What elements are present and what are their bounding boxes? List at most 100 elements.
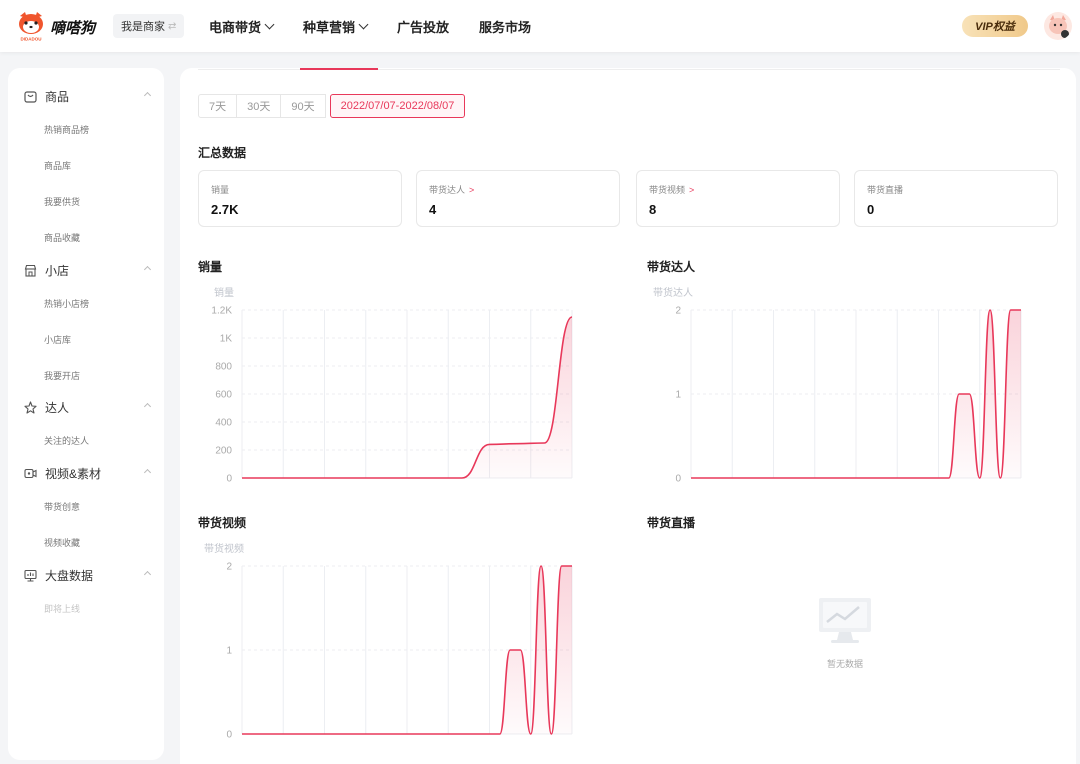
influencer-icon [24, 400, 37, 414]
nav-item-grass-marketing[interactable]: 种草营销 [303, 17, 369, 36]
chevron-up-icon [143, 402, 152, 411]
y-tick-label: 0 [226, 474, 232, 485]
sidebar-item-shop-library[interactable]: 小店库 [44, 333, 71, 346]
logo-icon[interactable]: DIDADOU [16, 10, 46, 42]
y-tick-label: 2 [675, 306, 681, 317]
role-switch-button[interactable]: 我是商家 ⇄ [113, 14, 185, 38]
range-30d-button[interactable]: 30天 [236, 94, 282, 118]
card-value: 0 [867, 202, 875, 217]
y-axis-label: 带货达人 [653, 286, 693, 299]
nav-item-ads[interactable]: 广告投放 [397, 17, 449, 36]
sidebar-group-label: 达人 [45, 400, 70, 415]
y-tick-label: 1.2K [211, 306, 232, 317]
sidebar-group-header[interactable]: 达人 [8, 395, 164, 419]
date-range-selector: 7天 30天 90天 2022/07/07-2022/08/07 [198, 94, 466, 118]
nav-label: 广告投放 [397, 19, 450, 35]
dashboard-icon [24, 569, 37, 582]
role-switch-label: 我是商家 [121, 21, 165, 33]
active-tab-indicator [300, 68, 378, 70]
card-label-text: 销量 [211, 185, 230, 195]
y-tick-label: 600 [215, 390, 232, 401]
sidebar-group-label: 商品 [45, 89, 70, 104]
card-label-text: 带货直播 [867, 185, 904, 195]
sidebar-item-hot-products[interactable]: 热销商品榜 [44, 123, 89, 136]
sidebar-group-shop: 小店 [8, 258, 164, 282]
card-value: 2.7K [211, 202, 239, 217]
card-label: 销量 [211, 183, 229, 196]
sidebar-item-product-library[interactable]: 商品库 [44, 159, 71, 172]
main-nav: 电商带货 种草营销 广告投放 服务市场 [209, 0, 531, 52]
sidebar-group-label: 小店 [45, 263, 70, 278]
swap-icon: ⇄ [168, 20, 177, 32]
sidebar-group-header[interactable]: 视频&素材 [8, 461, 164, 485]
chevron-right-icon: > [469, 184, 475, 195]
sidebar-group-header[interactable]: 小店 [8, 258, 164, 282]
chart-title-sales: 销量 [198, 260, 223, 274]
nav-item-ecommerce[interactable]: 电商带货 [209, 17, 275, 36]
y-tick-label: 400 [215, 418, 232, 429]
influencer-line-chart: 带货达人 0 1 2 [653, 286, 1022, 485]
y-tick-label: 2 [226, 562, 232, 573]
chevron-down-icon [264, 19, 275, 29]
sidebar-item-video-favorites[interactable]: 视频收藏 [44, 536, 80, 549]
card-label-text: 带货达人 [429, 185, 466, 195]
vip-benefits-button[interactable]: VIP权益 [962, 15, 1028, 37]
top-header: DIDADOU 嘀嗒狗 我是商家 ⇄ 电商带货 种草营销 广告投放 服务市场 V… [0, 0, 1080, 52]
y-tick-label: 1K [220, 334, 233, 345]
y-axis-label: 带货视频 [204, 542, 244, 555]
chevron-down-icon [358, 19, 369, 29]
sidebar-group-label: 视频&素材 [45, 466, 102, 481]
card-value: 4 [429, 202, 437, 217]
sidebar-item-creatives[interactable]: 带货创意 [44, 500, 80, 513]
brand-name[interactable]: 嘀嗒狗 [50, 17, 95, 38]
main-content: 7天 30天 90天 2022/07/07-2022/08/07 汇总数据 销量… [180, 68, 1076, 764]
summary-card-videos[interactable]: 带货视频 > 8 [636, 170, 840, 227]
sidebar-item-followed-influencers[interactable]: 关注的达人 [44, 434, 89, 447]
card-value: 8 [649, 202, 657, 217]
card-label: 带货直播 [867, 183, 903, 196]
y-tick-label: 0 [226, 730, 232, 741]
sidebar-item-product-favorites[interactable]: 商品收藏 [44, 231, 80, 244]
y-tick-label: 1 [226, 646, 232, 657]
y-tick-label: 200 [215, 446, 232, 457]
chevron-up-icon [143, 91, 152, 100]
sidebar-group-product: 商品 [8, 84, 164, 108]
video-line-chart: 带货视频 0 1 2 [204, 542, 573, 741]
sales-line-chart: 销量 0 200 400 600 800 1K 1.2K [211, 286, 573, 485]
sidebar-group-label: 大盘数据 [45, 568, 94, 583]
summary-card-live: 带货直播 0 [854, 170, 1058, 227]
summary-card-sales: 销量 2.7K [198, 170, 402, 227]
avatar[interactable] [1044, 12, 1072, 40]
custom-range-button[interactable]: 2022/07/07-2022/08/07 [329, 94, 466, 118]
empty-chart-icon [819, 598, 871, 643]
logo-text: DIDADOU [21, 37, 42, 42]
range-7d-button[interactable]: 7天 [198, 94, 238, 118]
chevron-right-icon: > [689, 184, 695, 195]
card-label-text: 带货视频 [649, 185, 686, 195]
card-label: 带货视频 > [649, 183, 694, 196]
summary-title: 汇总数据 [198, 146, 247, 160]
video-icon [24, 468, 37, 478]
nav-item-service-market[interactable]: 服务市场 [479, 17, 531, 36]
sidebar-item-open-shop[interactable]: 我要开店 [44, 369, 80, 382]
range-90d-button[interactable]: 90天 [280, 94, 326, 118]
sidebar-item-supply[interactable]: 我要供货 [44, 195, 80, 208]
sidebar-group-header[interactable]: 商品 [8, 84, 164, 108]
y-axis-label: 销量 [214, 286, 234, 299]
sidebar: 商品 热销商品榜 商品库 我要供货 商品收藏 小店 热销小店榜 小店库 我要开店… [8, 68, 164, 760]
chevron-up-icon [143, 265, 152, 274]
sidebar-group-market-data: 大盘数据 [8, 563, 164, 587]
summary-card-influencers[interactable]: 带货达人 > 4 [416, 170, 620, 227]
y-tick-label: 0 [675, 474, 681, 485]
product-icon [24, 90, 37, 103]
chart-title-influencers: 带货达人 [647, 260, 696, 274]
card-label: 带货达人 > [429, 183, 474, 196]
sidebar-group-influencer: 达人 [8, 395, 164, 419]
chevron-up-icon [143, 468, 152, 477]
empty-text: 暂无数据 [826, 659, 863, 669]
sidebar-item-hot-shops[interactable]: 热销小店榜 [44, 297, 89, 310]
sidebar-item-coming-soon: 即将上线 [44, 604, 81, 614]
sidebar-group-video: 视频&素材 [8, 461, 164, 485]
sidebar-group-header[interactable]: 大盘数据 [8, 563, 164, 587]
nav-label: 电商带货 [209, 19, 262, 35]
